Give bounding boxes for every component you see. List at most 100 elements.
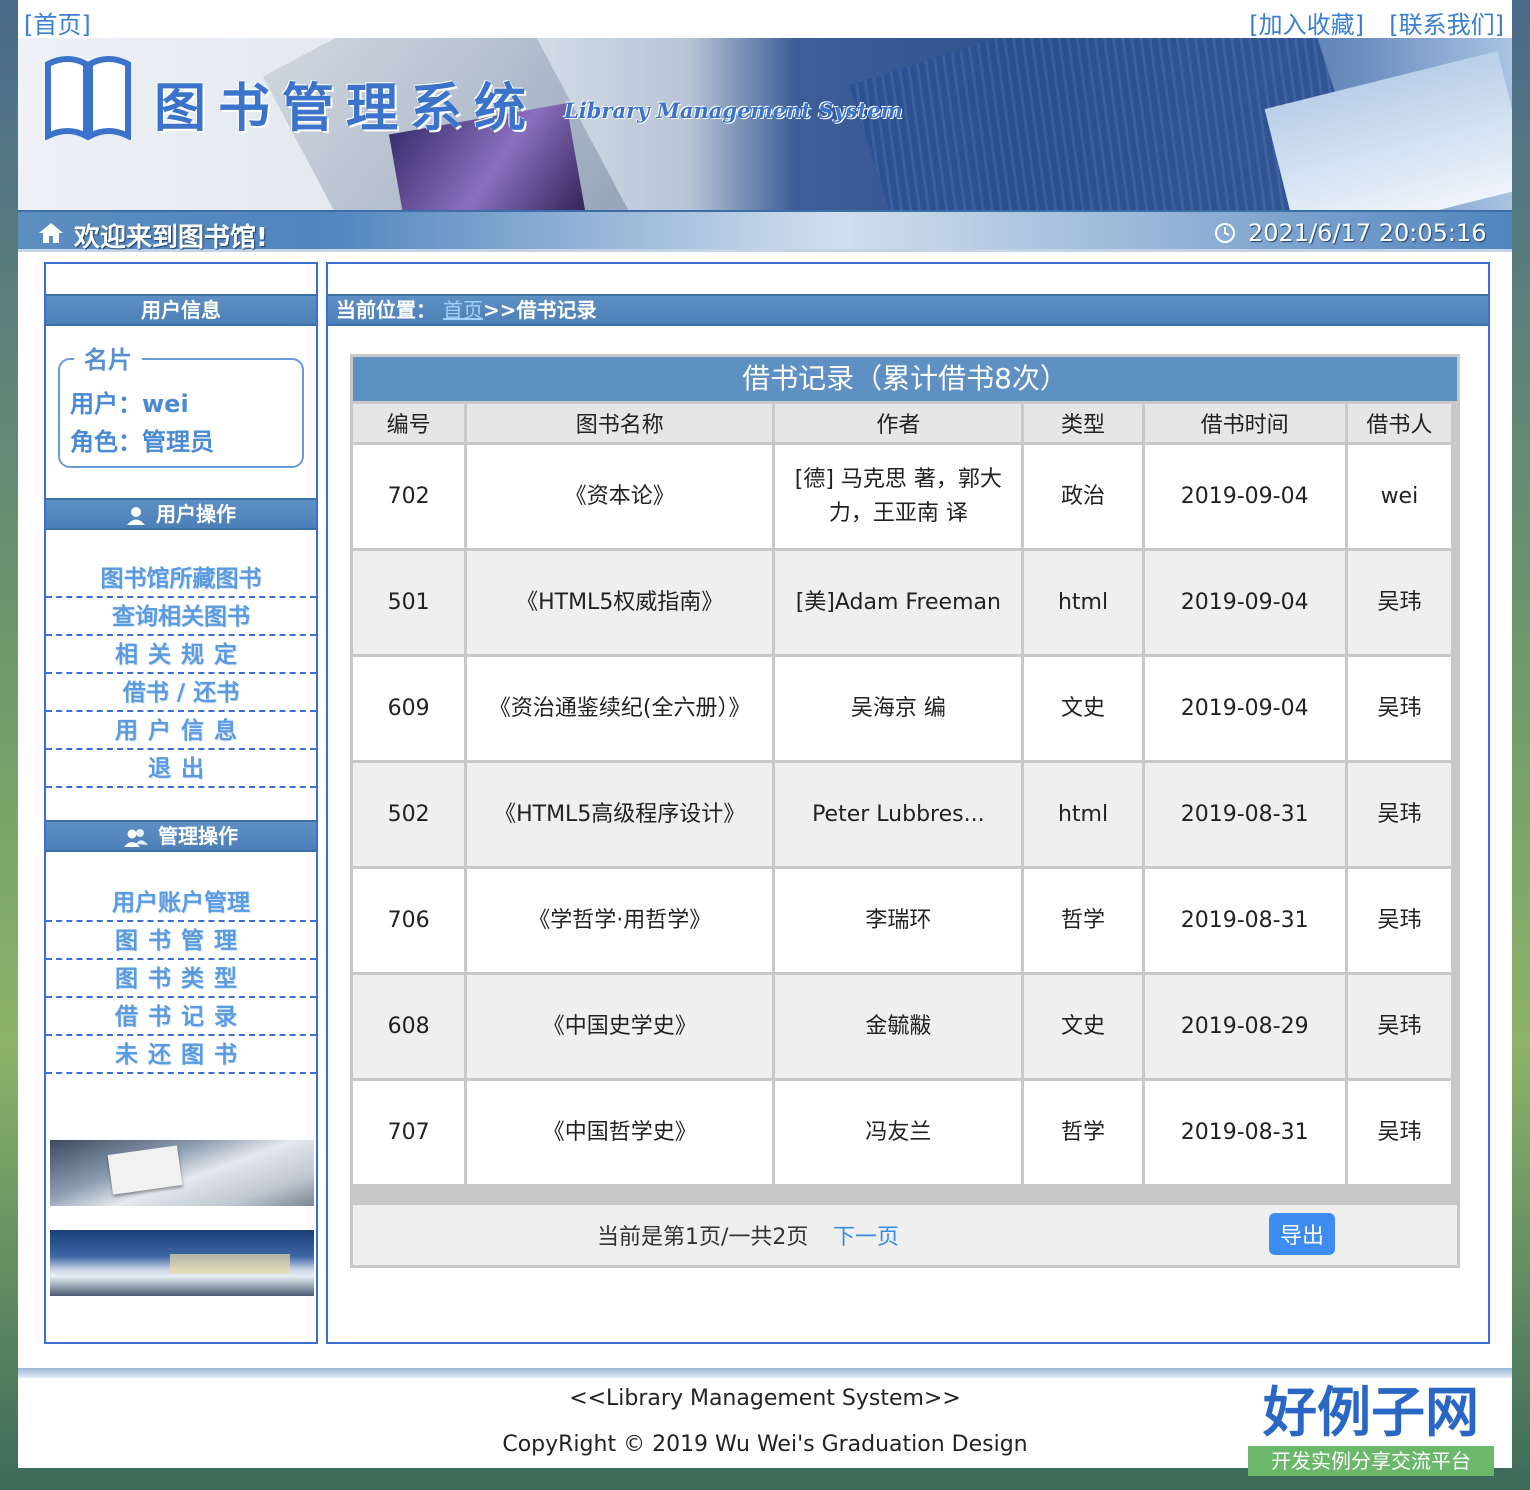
footer-divider [18, 1368, 1512, 1378]
cell-borrower: 吴玮 [1347, 975, 1451, 1078]
current-datetime: 2021/6/17 20:05:16 [1248, 219, 1487, 247]
users-icon [124, 828, 148, 847]
menu-unreturned-books[interactable]: 未还图书 [46, 1036, 316, 1074]
breadcrumb: 当前位置： 首页>>借书记录 [328, 294, 1488, 326]
cell-type: 政治 [1024, 445, 1142, 548]
cell-date: 2019-09-04 [1144, 657, 1345, 760]
export-button[interactable]: 导出 [1269, 1213, 1335, 1255]
card-legend: 名片 [74, 340, 142, 375]
page: [首页] [加入收藏] [联系我们] 图书管理系统 Library Manage… [18, 0, 1512, 1476]
menu-rules[interactable]: 相关规定 [46, 636, 316, 674]
sidebar-image [50, 1230, 314, 1296]
menu-account-management[interactable]: 用户账户管理 [46, 884, 316, 922]
add-favorite-link[interactable]: [加入收藏] [1249, 5, 1364, 40]
breadcrumb-current: >>借书记录 [482, 298, 597, 322]
menu-user-info[interactable]: 用户信息 [46, 712, 316, 750]
cell-id: 609 [353, 657, 465, 760]
user-icon [127, 506, 145, 525]
cell-id: 707 [353, 1081, 465, 1184]
cell-borrower: 吴玮 [1347, 657, 1451, 760]
welcome-bar: 欢迎来到图书馆! 2021/6/17 20:05:16 [18, 210, 1512, 253]
next-page-link[interactable]: 下一页 [833, 1219, 899, 1251]
cell-date: 2019-08-31 [1144, 763, 1345, 866]
col-header: 类型 [1024, 404, 1142, 442]
cell-id: 706 [353, 869, 465, 972]
menu-book-management[interactable]: 图书管理 [46, 922, 316, 960]
cell-title: 《资本论》 [467, 445, 773, 548]
records-table: 编号 图书名称 作者 类型 借书时间 借书人 702 《资本论》 [德] 马克思… [350, 401, 1454, 1187]
admin-ops-menu: 用户账户管理 图书管理 图书类型 借书记录 未还图书 [46, 884, 316, 1074]
cell-date: 2019-08-31 [1144, 1081, 1345, 1184]
home-link[interactable]: [首页] [24, 5, 91, 40]
cell-title: 《HTML5权威指南》 [467, 551, 773, 654]
pagination: 当前是第1页/一共2页 下一页 导出 [353, 1205, 1457, 1265]
sidebar-image [50, 1140, 314, 1206]
logo-name: 好例子网 [1263, 1380, 1479, 1444]
clock-icon [1215, 223, 1235, 243]
menu-logout[interactable]: 退出 [46, 750, 316, 788]
cell-type: 哲学 [1024, 1081, 1142, 1184]
admin-ops-header: 管理操作 [46, 820, 316, 852]
app-title: 图书管理系统 [154, 78, 539, 139]
user-ops-menu: 图书馆所藏图书 查询相关图书 相关规定 借书 / 还书 用户信息 退出 [46, 560, 316, 788]
cell-id: 501 [353, 551, 465, 654]
cell-borrower: 吴玮 [1347, 1081, 1451, 1184]
cell-type: html [1024, 551, 1142, 654]
menu-borrow-return[interactable]: 借书 / 还书 [46, 674, 316, 712]
page-status: 当前是第1页/一共2页 [597, 1225, 809, 1250]
menu-library-books[interactable]: 图书馆所藏图书 [46, 560, 316, 598]
cell-date: 2019-09-04 [1144, 551, 1345, 654]
col-header: 作者 [775, 404, 1022, 442]
cell-id: 702 [353, 445, 465, 548]
table-row: 502 《HTML5高级程序设计》 Peter Lubbres... html … [353, 763, 1451, 866]
logo-tagline: 开发实例分享交流平台 [1248, 1446, 1494, 1476]
home-icon [39, 223, 63, 243]
cell-type: 文史 [1024, 975, 1142, 1078]
table-row: 609 《资治通鉴续纪(全六册）》 吴海京 编 文史 2019-09-04 吴玮 [353, 657, 1451, 760]
cell-id: 502 [353, 763, 465, 866]
cell-title: 《HTML5高级程序设计》 [467, 763, 773, 866]
cell-title: 《资治通鉴续纪(全六册）》 [467, 657, 773, 760]
admin-ops-header-label: 管理操作 [158, 824, 238, 848]
cell-type: 文史 [1024, 657, 1142, 760]
cell-borrower: 吴玮 [1347, 869, 1451, 972]
breadcrumb-prefix: 当前位置： [336, 298, 436, 322]
sidebar: 用户信息 名片 用户：wei 角色：管理员 用户操作 图书馆所藏图书 查询相关图… [44, 262, 318, 1344]
user-info-header-label: 用户信息 [141, 298, 221, 322]
cell-date: 2019-09-04 [1144, 445, 1345, 548]
col-header: 图书名称 [467, 404, 773, 442]
user-info-header: 用户信息 [46, 294, 316, 326]
table-row: 702 《资本论》 [德] 马克思 著，郭大力，王亚南 译 政治 2019-09… [353, 445, 1451, 548]
user-card: 名片 用户：wei 角色：管理员 [58, 340, 304, 468]
menu-book-types[interactable]: 图书类型 [46, 960, 316, 998]
menu-search-books[interactable]: 查询相关图书 [46, 598, 316, 636]
menu-borrow-records[interactable]: 借书记录 [46, 998, 316, 1036]
main-content: 当前位置： 首页>>借书记录 借书记录（累计借书8次） 编号 图书名称 作者 类… [326, 262, 1490, 1344]
cell-id: 608 [353, 975, 465, 1078]
card-user: 用户：wei [70, 390, 189, 418]
user-ops-header: 用户操作 [46, 498, 316, 530]
cell-title: 《学哲学·用哲学》 [467, 869, 773, 972]
col-header: 借书人 [1347, 404, 1451, 442]
cell-title: 《中国哲学史》 [467, 1081, 773, 1184]
cell-author: 李瑞环 [775, 869, 1022, 972]
col-header: 借书时间 [1144, 404, 1345, 442]
cell-date: 2019-08-31 [1144, 869, 1345, 972]
cell-title: 《中国史学史》 [467, 975, 773, 1078]
cell-borrower: 吴玮 [1347, 551, 1451, 654]
table-row: 501 《HTML5权威指南》 [美]Adam Freeman html 201… [353, 551, 1451, 654]
book-icon [45, 56, 131, 140]
cell-borrower: 吴玮 [1347, 763, 1451, 866]
top-links: [首页] [加入收藏] [联系我们] [18, 0, 1512, 40]
table-header-row: 编号 图书名称 作者 类型 借书时间 借书人 [353, 404, 1451, 442]
app-subtitle: Library Management System [564, 98, 903, 123]
cell-author: [德] 马克思 著，郭大力，王亚南 译 [775, 445, 1022, 548]
table-row: 706 《学哲学·用哲学》 李瑞环 哲学 2019-08-31 吴玮 [353, 869, 1451, 972]
welcome-text: 欢迎来到图书馆! [74, 223, 268, 253]
cell-author: Peter Lubbres... [775, 763, 1022, 866]
table-row: 608 《中国史学史》 金毓黻 文史 2019-08-29 吴玮 [353, 975, 1451, 1078]
breadcrumb-home-link[interactable]: 首页 [443, 298, 483, 322]
col-header: 编号 [353, 404, 465, 442]
records-panel: 借书记录（累计借书8次） 编号 图书名称 作者 类型 借书时间 借书人 702 … [350, 354, 1460, 1268]
contact-link[interactable]: [联系我们] [1389, 5, 1504, 40]
